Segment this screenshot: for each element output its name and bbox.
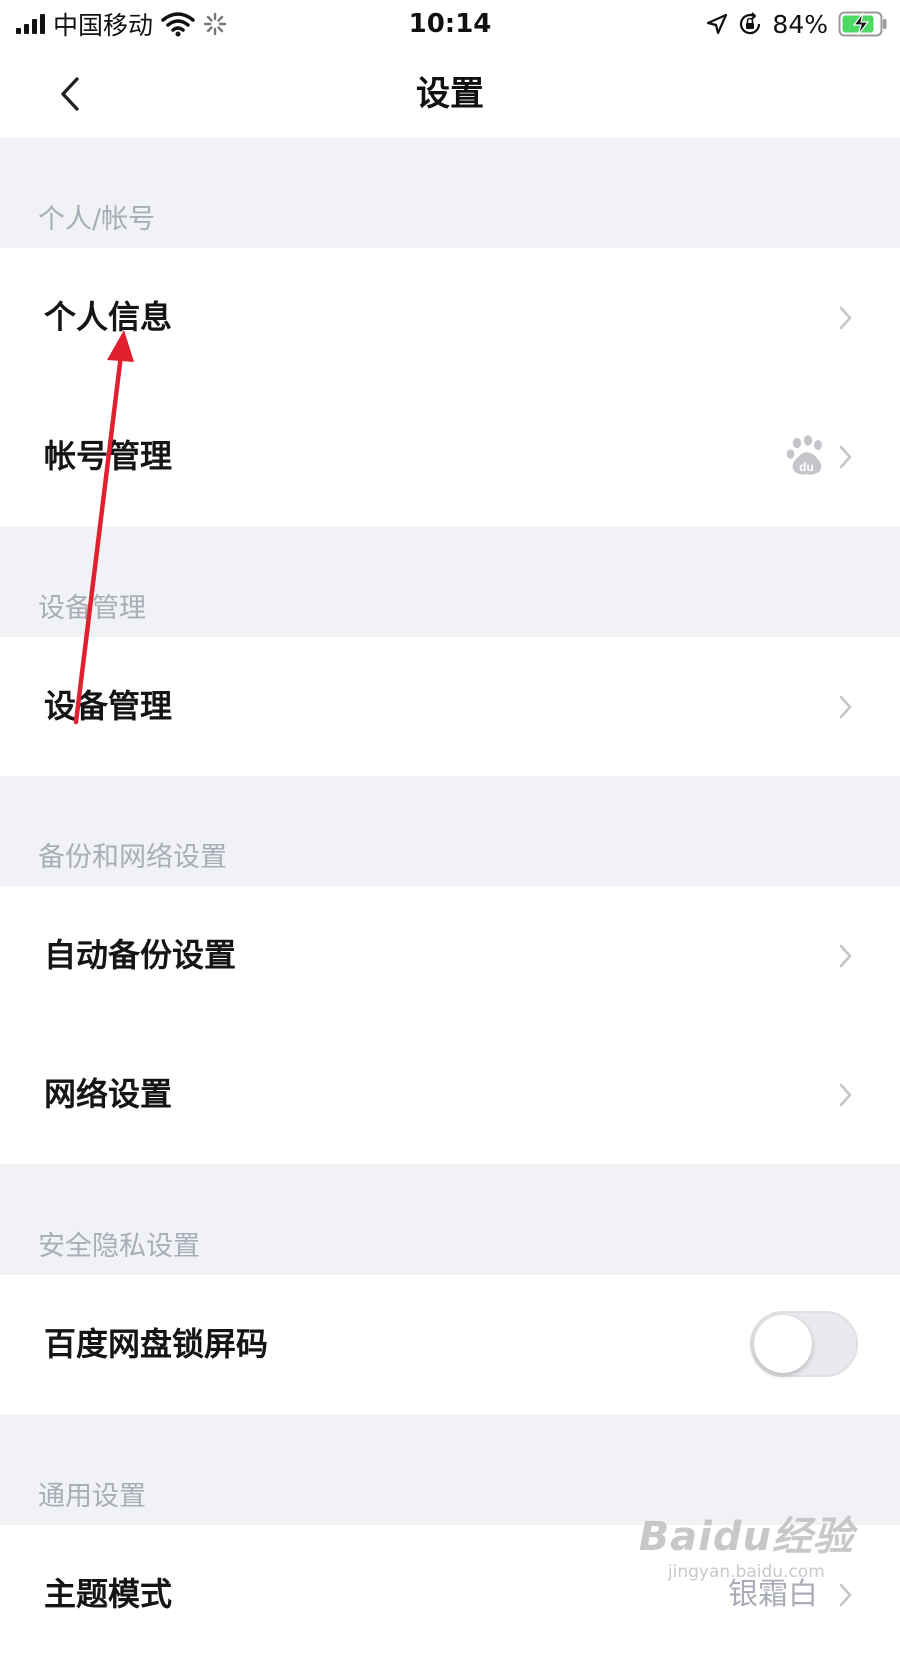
row-label: 帐号管理 <box>44 437 173 475</box>
section-title: 设备管理 <box>38 593 146 624</box>
chevron-right-icon <box>839 695 852 719</box>
status-right: 84% <box>706 6 888 42</box>
row-network-settings[interactable]: 网络设置 <box>0 1025 900 1164</box>
section-header-backup-network: 备份和网络设置 <box>0 776 900 886</box>
row-label: 百度网盘锁屏码 <box>44 1325 269 1363</box>
row-label: 设备管理 <box>44 687 173 725</box>
status-bar: 中国移动 10:14 84% <box>0 0 900 50</box>
location-arrow-icon <box>707 13 728 35</box>
section-header-security: 安全隐私设置 <box>0 1165 900 1275</box>
toggle-knob <box>754 1315 812 1373</box>
section-title: 个人/帐号 <box>38 204 156 235</box>
baidu-jingyan-watermark: Baidu经验 jingyan.baidu.com <box>639 1504 854 1582</box>
row-auto-backup[interactable]: 自动备份设置 <box>0 886 900 1025</box>
chevron-right-icon <box>839 306 852 330</box>
row-lock-screen-code: 百度网盘锁屏码 <box>0 1275 900 1414</box>
baidu-paw-icon: du <box>786 435 822 475</box>
row-account-management[interactable]: 帐号管理 du <box>0 387 900 526</box>
section-title: 通用设置 <box>38 1481 146 1512</box>
section-header-device: 设备管理 <box>0 527 900 637</box>
navigation-bar: 设置 <box>0 50 900 138</box>
row-device-management[interactable]: 设备管理 <box>0 637 900 776</box>
chevron-right-icon <box>839 1583 852 1607</box>
row-label: 个人信息 <box>44 298 173 336</box>
section-title: 安全隐私设置 <box>38 1231 200 1262</box>
section-title: 备份和网络设置 <box>38 842 227 873</box>
watermark-main: Baidu经验 <box>638 1514 854 1560</box>
page-title: 设置 <box>416 74 484 114</box>
chevron-right-icon <box>839 944 852 968</box>
row-personal-info[interactable]: 个人信息 <box>0 248 900 387</box>
watermark-sub: jingyan.baidu.com <box>667 1562 825 1582</box>
section-header-account: 个人/帐号 <box>0 138 900 248</box>
battery-charging-icon <box>838 11 887 37</box>
chevron-right-icon <box>839 445 852 469</box>
row-label: 网络设置 <box>44 1075 173 1113</box>
rotation-lock-icon <box>740 12 761 35</box>
svg-text:du: du <box>799 460 814 474</box>
battery-percentage: 84% <box>772 9 828 39</box>
chevron-right-icon <box>839 1083 852 1107</box>
row-label: 主题模式 <box>44 1575 173 1613</box>
row-label: 自动备份设置 <box>44 936 237 974</box>
lock-screen-code-toggle[interactable] <box>750 1311 858 1377</box>
